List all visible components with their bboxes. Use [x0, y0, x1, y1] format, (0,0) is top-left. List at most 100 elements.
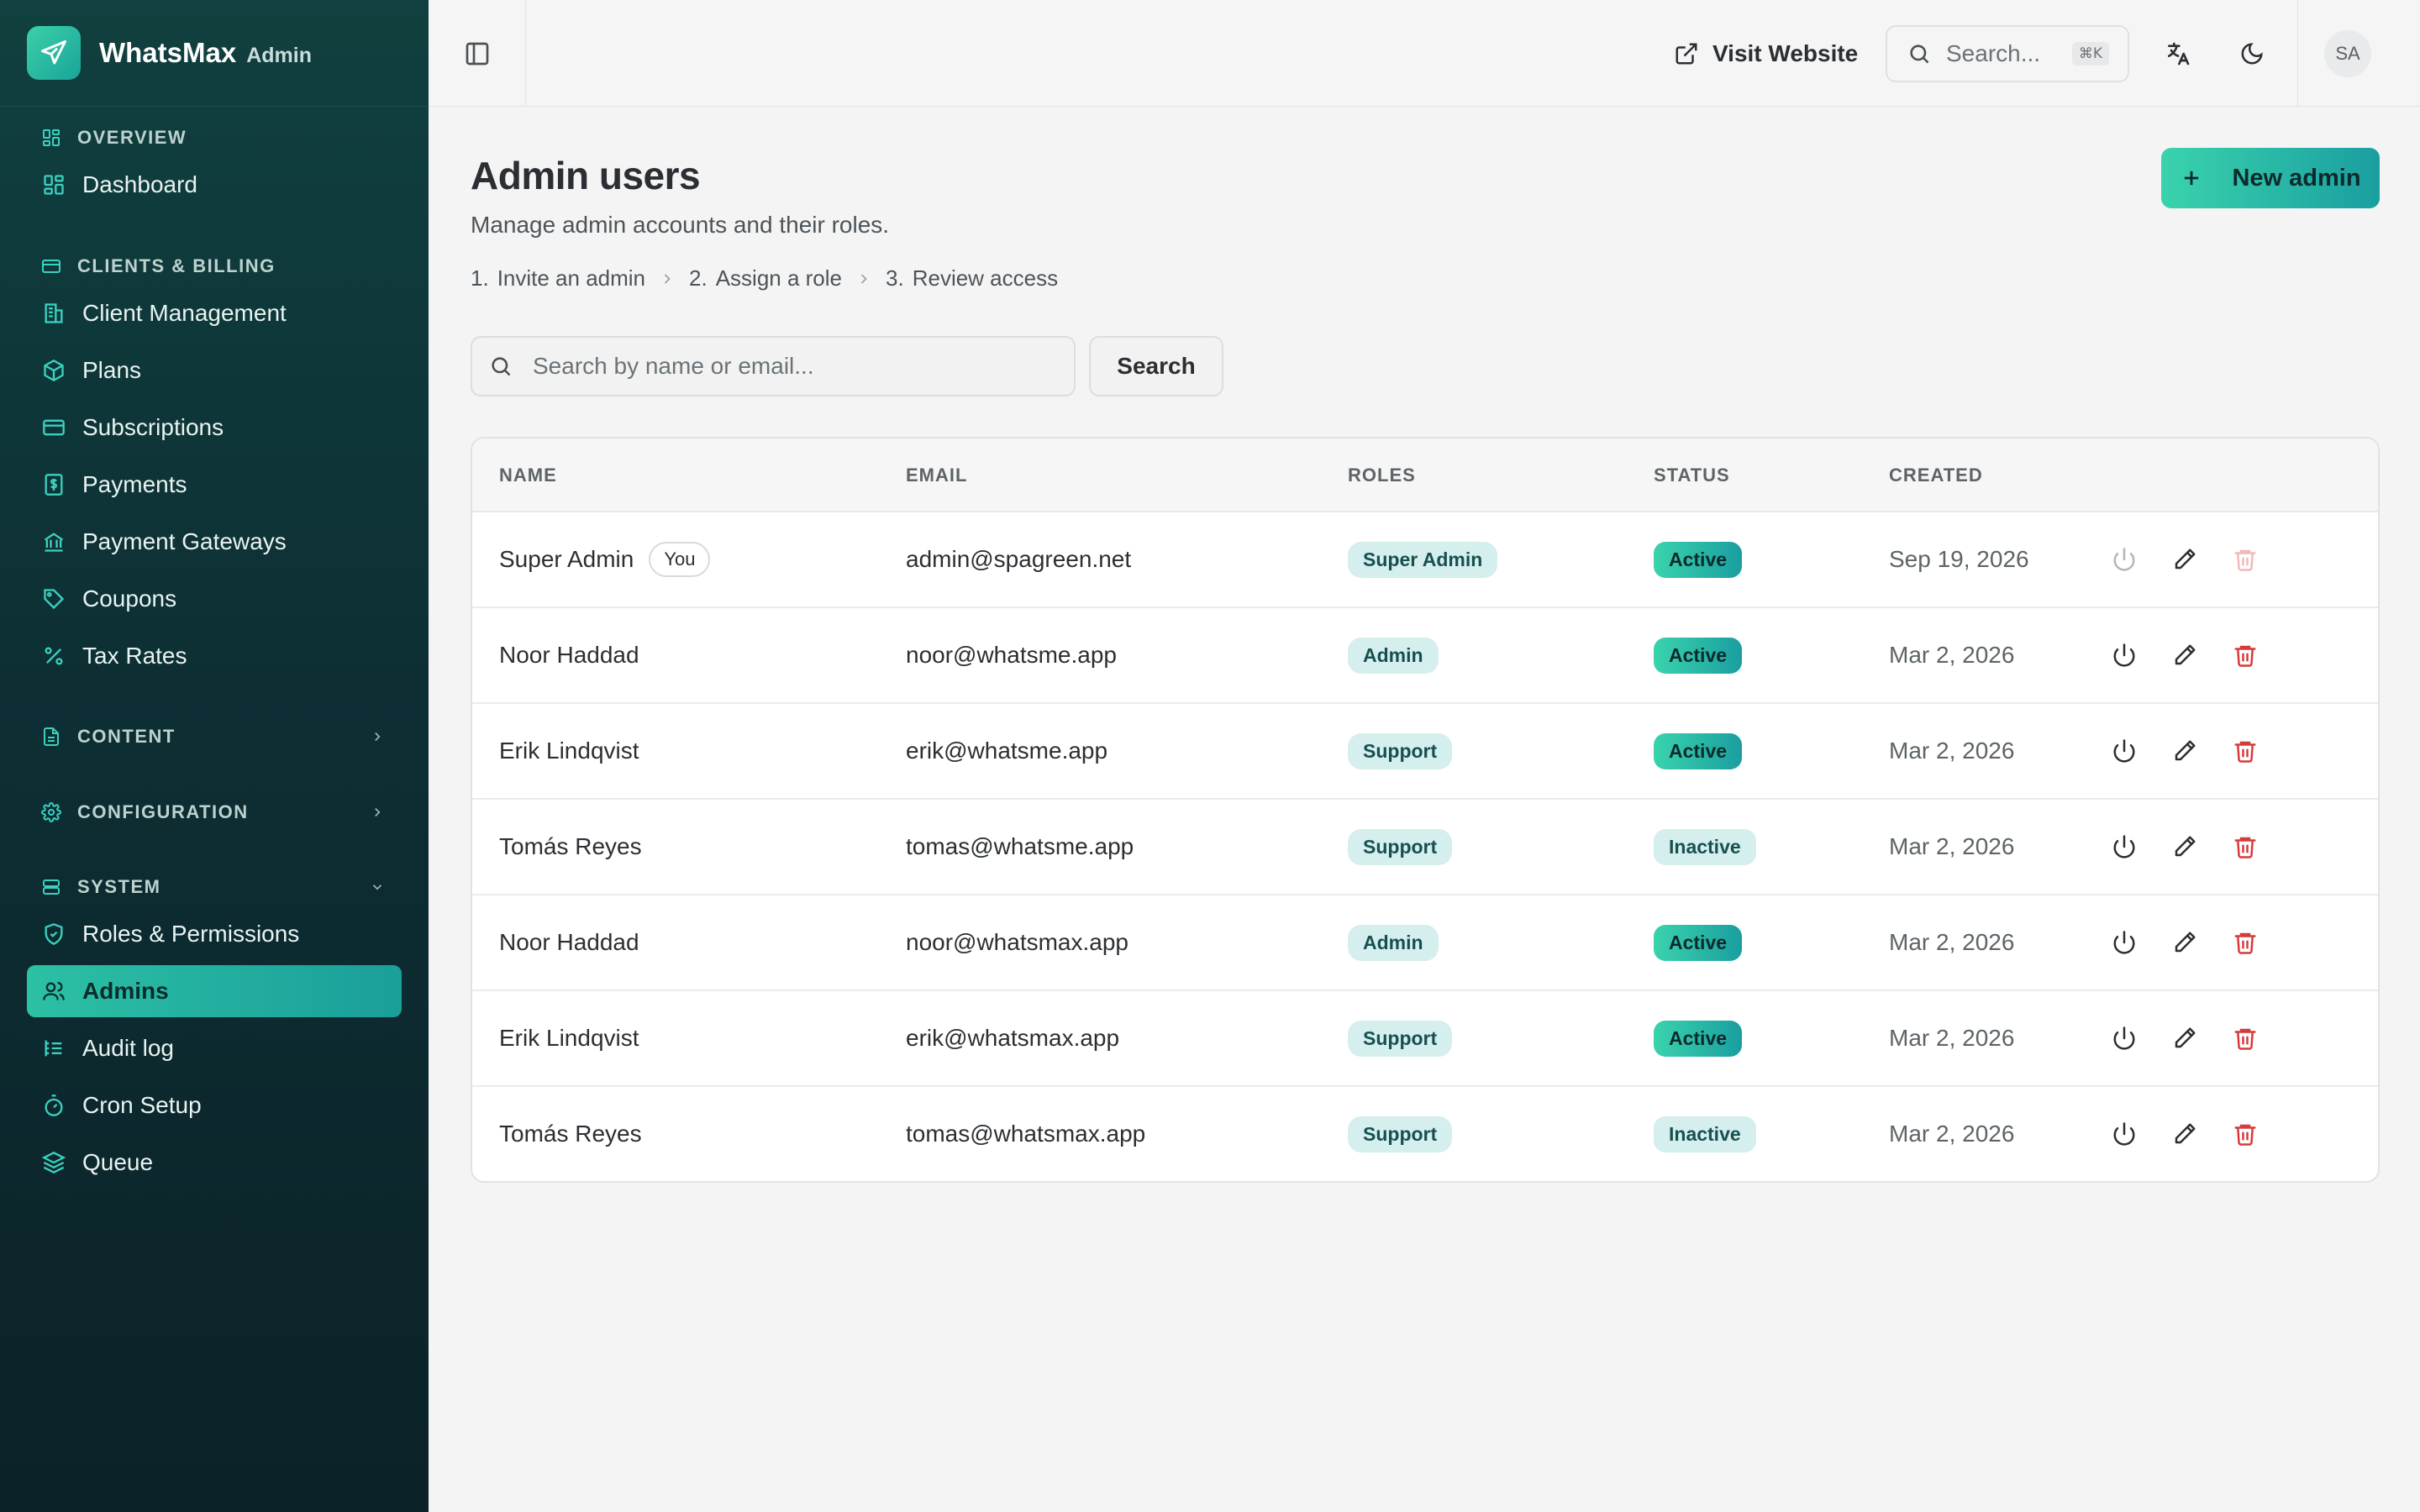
admin-search-input[interactable]: [533, 353, 1054, 380]
column-header-roles[interactable]: ROLES: [1348, 465, 1416, 486]
sidebar-item-dashboard[interactable]: Dashboard: [27, 159, 402, 211]
toggle-status-button[interactable]: [2107, 543, 2141, 576]
delete-button[interactable]: [2228, 1117, 2262, 1151]
admin-email: tomas@whatsmax.app: [906, 1121, 1146, 1147]
sidebar-item-coupons[interactable]: Coupons: [27, 573, 402, 625]
delete-button[interactable]: [2228, 830, 2262, 864]
pencil-icon: [2175, 932, 2196, 953]
delete-button[interactable]: [2228, 926, 2262, 959]
admin-name: Noor Haddad: [499, 929, 639, 955]
edit-button[interactable]: [2168, 1021, 2202, 1055]
role-badge: Admin: [1348, 637, 1439, 674]
sidebar-item-plans[interactable]: Plans: [27, 344, 402, 396]
edit-button[interactable]: [2168, 830, 2202, 864]
sidebar-item-label: Cron Setup: [82, 1092, 202, 1118]
toggle-status-button[interactable]: [2107, 638, 2141, 672]
brand[interactable]: WhatsMax Admin: [0, 0, 429, 107]
role-badge: Support: [1348, 828, 1453, 865]
topbar: Visit Website Search... ⌘K SA: [429, 0, 2420, 107]
name-cell: Noor Haddad: [499, 895, 639, 990]
name-cell: Tomás Reyes: [499, 800, 642, 894]
edit-button[interactable]: [2168, 734, 2202, 768]
sidebar-item-payments[interactable]: Payments: [27, 459, 402, 511]
toggle-status-button[interactable]: [2107, 734, 2141, 768]
status-cell: Inactive: [1654, 800, 1756, 894]
sidebar-item-subscriptions[interactable]: Subscriptions: [27, 402, 402, 454]
chevron-right-icon: [368, 727, 387, 746]
edit-button[interactable]: [2168, 638, 2202, 672]
column-header-created[interactable]: CREATED: [1889, 465, 1983, 486]
column-header-name[interactable]: NAME: [499, 465, 557, 486]
name-cell: Tomás Reyes: [499, 1087, 642, 1181]
sidebar-item-audit-log[interactable]: Audit log: [27, 1022, 402, 1074]
status-badge: Active: [1654, 924, 1743, 961]
edit-button[interactable]: [2168, 926, 2202, 959]
trash-icon: [2234, 837, 2256, 858]
role-cell: Support: [1348, 800, 1453, 894]
sidebar-item-tax-rates[interactable]: Tax Rates: [27, 630, 402, 682]
new-admin-button[interactable]: New admin: [2161, 148, 2380, 208]
sidebar-item-queue[interactable]: Queue: [27, 1137, 402, 1189]
bank-icon: [40, 528, 67, 555]
toggle-status-button[interactable]: [2107, 830, 2141, 864]
section-content[interactable]: CONTENT: [27, 716, 402, 758]
sidebar-item-client-management[interactable]: Client Management: [27, 287, 402, 339]
sidebar-item-cron-setup[interactable]: Cron Setup: [27, 1079, 402, 1131]
role-cell: Support: [1348, 991, 1453, 1085]
role-badge: Support: [1348, 1116, 1453, 1152]
delete-button[interactable]: [2228, 1021, 2262, 1055]
sidebar-item-roles-permissions[interactable]: Roles & Permissions: [27, 908, 402, 960]
role-badge: Admin: [1348, 924, 1439, 961]
pencil-icon: [2175, 836, 2196, 857]
status-badge: Active: [1654, 541, 1743, 578]
delete-button[interactable]: [2228, 638, 2262, 672]
sidebar-item-label: Client Management: [82, 300, 287, 326]
email-cell: erik@whatsmax.app: [906, 991, 1119, 1085]
language-button[interactable]: [2158, 34, 2198, 74]
sidebar-item-admins[interactable]: Admins: [27, 965, 402, 1017]
column-header-status[interactable]: STATUS: [1654, 465, 1730, 486]
search-button[interactable]: Search: [1089, 336, 1223, 396]
created-cell: Mar 2, 2026: [1889, 895, 2014, 990]
table-row: Erik Lindqvist erik@whatsme.app Support …: [472, 704, 2378, 800]
role-cell: Admin: [1348, 895, 1439, 990]
avatar[interactable]: SA: [2324, 30, 2371, 77]
admin-search-field[interactable]: [471, 336, 1076, 396]
theme-toggle-button[interactable]: [2232, 34, 2272, 74]
admin-email: noor@whatsme.app: [906, 642, 1118, 668]
section-system[interactable]: SYSTEM: [27, 866, 402, 908]
admin-name: Noor Haddad: [499, 642, 639, 668]
email-cell: erik@whatsme.app: [906, 704, 1107, 798]
toggle-status-button[interactable]: [2107, 1117, 2141, 1151]
shield-check-icon: [40, 921, 67, 948]
global-search-placeholder: Search...: [1946, 40, 2041, 66]
edit-button[interactable]: [2168, 543, 2202, 576]
section-configuration[interactable]: CONFIGURATION: [27, 791, 402, 833]
delete-button[interactable]: [2228, 734, 2262, 768]
power-icon: [2113, 931, 2135, 954]
server-icon: [40, 876, 62, 898]
toggle-status-button[interactable]: [2107, 1021, 2141, 1055]
created-cell: Sep 19, 2026: [1889, 512, 2029, 606]
visit-website-link[interactable]: Visit Website: [1674, 34, 1858, 74]
page-title: Admin users: [471, 154, 701, 197]
delete-button[interactable]: [2228, 543, 2262, 576]
card-icon: [40, 255, 62, 277]
role-badge: Support: [1348, 732, 1453, 769]
column-header-email[interactable]: EMAIL: [906, 465, 967, 486]
step-assign-role: 2. Assign a role: [689, 265, 842, 291]
visit-website-label: Visit Website: [1712, 40, 1859, 66]
trash-icon: [2234, 1028, 2256, 1050]
global-search-button[interactable]: Search... ⌘K: [1886, 25, 2129, 82]
sidebar-item-payment-gateways[interactable]: Payment Gateways: [27, 516, 402, 568]
toggle-status-button[interactable]: [2107, 926, 2141, 959]
table-header: NAME EMAIL ROLES STATUS CREATED: [472, 438, 2378, 512]
admin-email: erik@whatsme.app: [906, 738, 1108, 764]
step-review-access: 3. Review access: [886, 265, 1058, 291]
trash-icon: [2234, 645, 2256, 667]
created-date: Sep 19, 2026: [1889, 546, 2029, 572]
sidebar-toggle-button[interactable]: [429, 0, 526, 107]
actions-cell: [2107, 895, 2289, 990]
edit-button[interactable]: [2168, 1117, 2202, 1151]
sidebar-item-label: Admins: [82, 978, 169, 1004]
